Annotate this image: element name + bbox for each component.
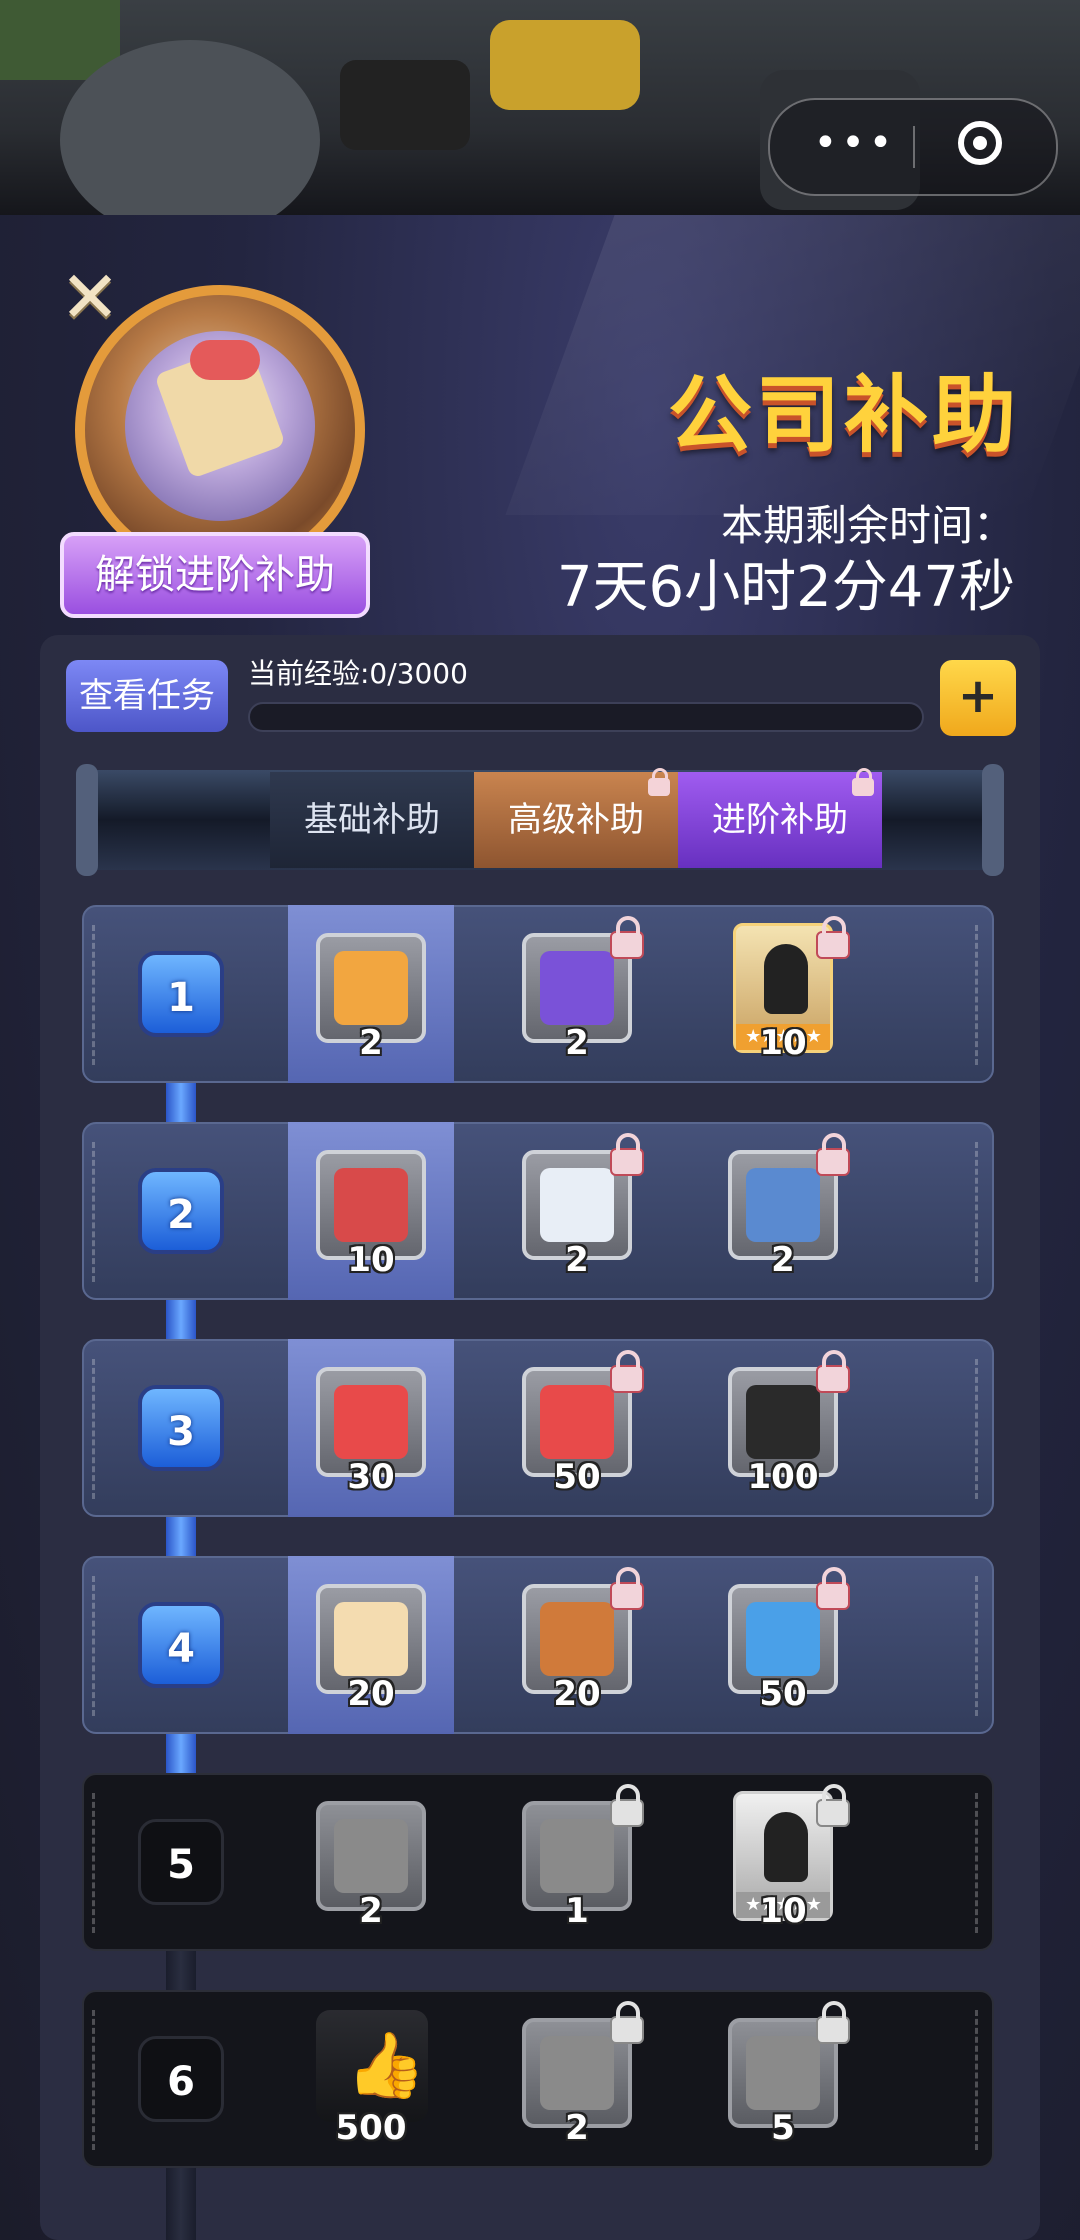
tab-senior-subsidy[interactable]: 高级补助 <box>474 768 678 868</box>
close-icon[interactable]: ✕ <box>55 261 125 333</box>
reward-quantity: 2 <box>359 1891 383 1931</box>
lock-icon <box>816 916 850 959</box>
reward-quantity: 20 <box>553 1674 601 1714</box>
reward-quantity: 10 <box>759 1891 807 1931</box>
lock-icon <box>648 768 670 796</box>
lock-icon <box>816 1350 850 1393</box>
experience-progress-bar <box>248 702 924 732</box>
level-badge: 2 <box>138 1168 224 1254</box>
more-dots-icon[interactable]: ••• <box>810 123 900 164</box>
lock-icon <box>610 1350 644 1393</box>
reward-quantity: 20 <box>347 1674 395 1714</box>
level-badge: 6 <box>138 2036 224 2122</box>
reward-quantity: 500 <box>335 2108 407 2148</box>
game-background-banner: ••• <box>0 0 1080 215</box>
reward-quantity: 2 <box>565 2108 589 2148</box>
reward-quantity: 50 <box>553 1457 601 1497</box>
level-badge: 3 <box>138 1385 224 1471</box>
add-experience-button[interactable]: + <box>940 660 1016 736</box>
reward-quantity: 2 <box>359 1023 383 1063</box>
reward-quantity: 100 <box>747 1457 819 1497</box>
reward-quantity: 1 <box>565 1891 589 1931</box>
reward-quantity: 50 <box>759 1674 807 1714</box>
view-tasks-button[interactable]: 查看任务 <box>66 660 228 732</box>
lock-icon <box>816 2001 850 2044</box>
reward-quantity: 10 <box>347 1240 395 1280</box>
reward-quantity: 2 <box>565 1240 589 1280</box>
reward-quantity: 2 <box>565 1023 589 1063</box>
reward-quantity: 5 <box>771 2108 795 2148</box>
reward-quantity: 10 <box>759 1023 807 1063</box>
lock-icon <box>816 1133 850 1176</box>
thumbs-up-icon[interactable]: 👍 <box>316 2010 428 2122</box>
reward-quantity: 2 <box>771 1240 795 1280</box>
level-badge: 5 <box>138 1819 224 1905</box>
lock-icon <box>610 1567 644 1610</box>
target-circle-icon[interactable] <box>958 121 1002 165</box>
lock-icon <box>816 1784 850 1827</box>
lock-icon <box>610 1784 644 1827</box>
level-badge: 4 <box>138 1602 224 1688</box>
unlock-advanced-button[interactable]: 解锁进阶补助 <box>60 532 370 618</box>
mini-program-capsule: ••• <box>768 98 1058 196</box>
reward-quantity: 30 <box>347 1457 395 1497</box>
lock-icon <box>610 2001 644 2044</box>
lock-icon <box>610 916 644 959</box>
page-title: 公司补助 <box>667 366 1020 464</box>
lock-icon <box>610 1133 644 1176</box>
lock-icon <box>852 768 874 796</box>
tab-basic-subsidy[interactable]: 基础补助 <box>270 772 474 868</box>
remaining-time-value: 7天6小时2分47秒 <box>556 555 1015 620</box>
level-badge: 1 <box>138 951 224 1037</box>
experience-label: 当前经验:0/3000 <box>248 657 468 690</box>
lock-icon <box>816 1567 850 1610</box>
tab-advanced-subsidy[interactable]: 进阶补助 <box>678 768 882 868</box>
